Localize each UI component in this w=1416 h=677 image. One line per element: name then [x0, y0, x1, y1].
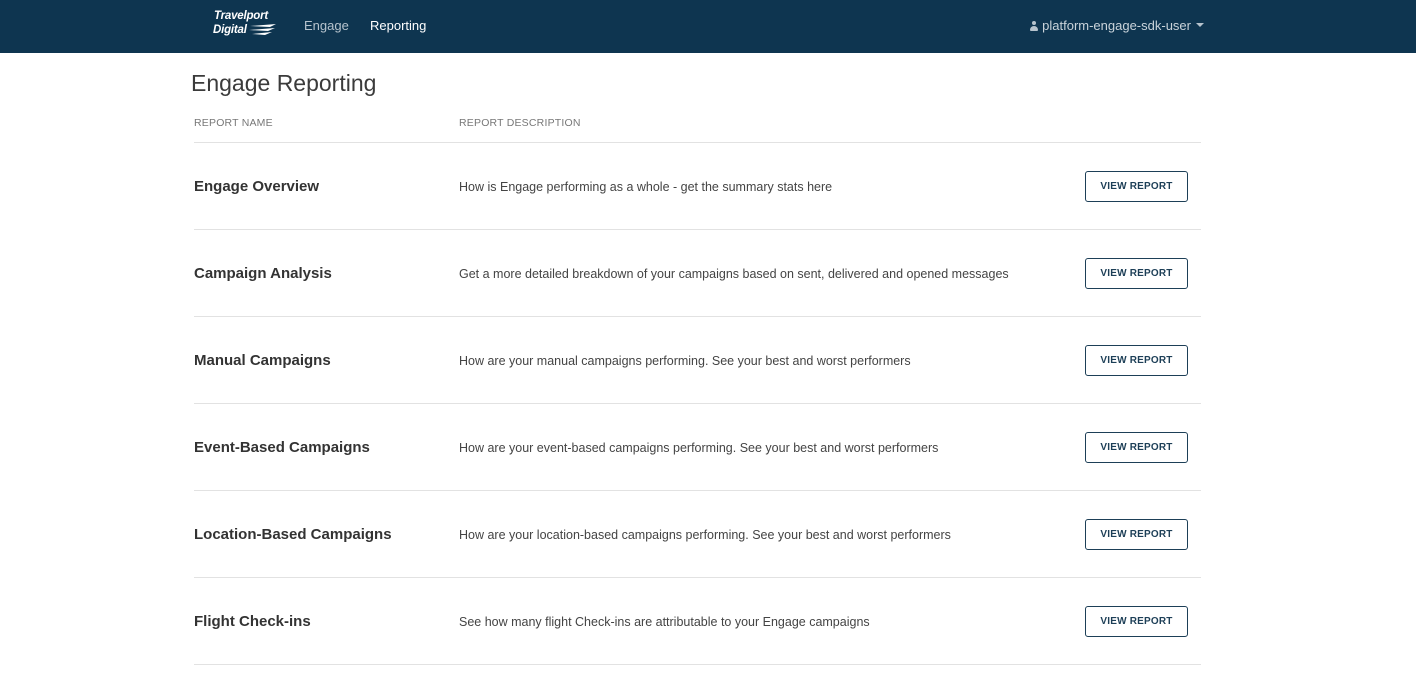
travelport-digital-logo[interactable]: Travelport Digital [213, 9, 279, 41]
view-report-button[interactable]: VIEW REPORT [1085, 432, 1188, 463]
column-header-report-name: REPORT NAME [194, 117, 273, 129]
report-name: Engage Overview [194, 178, 320, 195]
nav-link-reporting[interactable]: Reporting [370, 17, 426, 35]
report-name: Campaign Analysis [194, 265, 332, 282]
logo-line-2: Digital [213, 24, 247, 36]
report-description: How are your manual campaigns performing… [459, 354, 911, 368]
table-row: Manual Campaigns How are your manual cam… [194, 316, 1201, 403]
report-description: See how many flight Check-ins are attrib… [459, 615, 870, 629]
report-description: Get a more detailed breakdown of your ca… [459, 267, 1009, 281]
view-report-button[interactable]: VIEW REPORT [1085, 606, 1188, 637]
table-row: Event-Based Campaigns How are your event… [194, 403, 1201, 490]
user-menu-dropdown[interactable]: platform-engage-sdk-user [1030, 17, 1204, 35]
report-description: How are your location-based campaigns pe… [459, 528, 951, 542]
report-name: Manual Campaigns [194, 352, 331, 369]
table-row: Location-Based Campaigns How are your lo… [194, 490, 1201, 577]
reports-table: Engage Overview How is Engage performing… [194, 142, 1201, 665]
user-icon [1030, 21, 1039, 31]
column-header-report-description: REPORT DESCRIPTION [459, 117, 581, 129]
view-report-button[interactable]: VIEW REPORT [1085, 519, 1188, 550]
page-title: Engage Reporting [191, 70, 377, 96]
report-description: How are your event-based campaigns perfo… [459, 441, 939, 455]
logo-line-1: Travelport [214, 10, 269, 22]
view-report-button[interactable]: VIEW REPORT [1085, 345, 1188, 376]
report-name: Location-Based Campaigns [194, 526, 392, 543]
report-name: Event-Based Campaigns [194, 439, 370, 456]
nav-link-engage[interactable]: Engage [304, 17, 349, 35]
caret-down-icon [1196, 23, 1204, 27]
view-report-button[interactable]: VIEW REPORT [1085, 171, 1188, 202]
table-row: Engage Overview How is Engage performing… [194, 142, 1201, 229]
report-description: How is Engage performing as a whole - ge… [459, 180, 833, 194]
table-row: Campaign Analysis Get a more detailed br… [194, 229, 1201, 316]
table-row: Flight Check-ins See how many flight Che… [194, 577, 1201, 665]
wing-logo-icon [249, 24, 276, 35]
username-label: platform-engage-sdk-user [1042, 18, 1191, 33]
view-report-button[interactable]: VIEW REPORT [1085, 258, 1188, 289]
report-name: Flight Check-ins [194, 613, 311, 630]
top-navbar: Travelport Digital Engage Reporting plat… [0, 0, 1416, 53]
